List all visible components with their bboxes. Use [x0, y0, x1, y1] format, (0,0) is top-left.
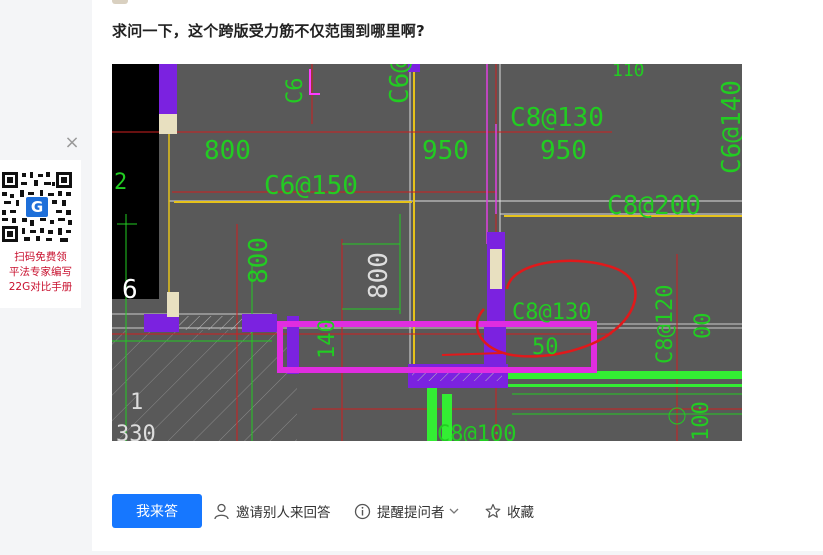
ad-line-1: 扫码免费领 — [14, 251, 67, 263]
person-icon — [214, 503, 229, 519]
label-frag-00: 00 — [691, 313, 716, 340]
invite-button[interactable]: 邀请别人来回答 — [213, 502, 331, 521]
label-num-330: 330 — [116, 422, 156, 441]
favorite-label: 收藏 — [507, 505, 534, 521]
remind-button[interactable]: 提醒提问者 — [354, 502, 460, 521]
invite-label: 邀请别人来回答 — [236, 505, 331, 521]
side-ad-panel[interactable]: G 扫码免费领 平法专家编写 22G对比手册 — [0, 160, 81, 308]
star-icon — [485, 503, 501, 518]
label-c8-200: C8@200 — [607, 191, 701, 221]
label-140: 140 — [315, 319, 340, 359]
answer-button[interactable]: 我来答 — [112, 494, 202, 528]
label-c6-140: C6@140 — [717, 80, 742, 174]
label-num-100: 100 — [689, 401, 714, 441]
favorite-button[interactable]: 收藏 — [485, 502, 534, 521]
label-top-110: 110 — [612, 64, 645, 81]
info-icon — [354, 503, 371, 519]
label-num-6: 6 — [122, 275, 138, 305]
chevron-down-icon — [449, 508, 458, 514]
label-frag-50: 50 — [532, 335, 559, 360]
question-title: 求问一下，这个跨版受力筋不仅范围到哪里啊? — [112, 22, 425, 40]
label-800-left: 800 — [204, 136, 251, 166]
label-800-v1: 800 — [244, 237, 274, 284]
ad-line-2: 平法专家编写 — [9, 266, 72, 278]
qr-code: G — [0, 170, 74, 244]
label-c8-130-mid: C8@130 — [512, 300, 591, 325]
label-c8-130-top: C8@130 — [510, 103, 604, 133]
cad-drawing: C6@150 C8@200 C8@130 800 950 950 110 6 2… — [112, 64, 742, 441]
ad-line-3: 22G对比手册 — [8, 281, 73, 293]
label-950-a: 950 — [422, 136, 469, 166]
question-image[interactable]: C6@150 C8@200 C8@130 800 950 950 110 6 2… — [112, 64, 742, 441]
g-logo-icon: G — [31, 198, 43, 216]
label-num-2: 2 — [114, 170, 127, 195]
label-c8-100: C8@100 — [437, 422, 516, 441]
label-c8-120: C8@120 — [653, 285, 678, 364]
label-num-1: 1 — [130, 390, 143, 415]
avatar — [112, 0, 128, 4]
remind-label: 提醒提问者 — [377, 505, 445, 521]
close-icon[interactable]: × — [63, 134, 81, 152]
label-c6-150-top: C6@150 — [385, 64, 415, 104]
label-950-b: 950 — [540, 136, 587, 166]
label-top-c6: C6 — [283, 78, 308, 105]
label-c6-150-h: C6@150 — [264, 171, 358, 201]
label-800-v2: 800 — [364, 252, 394, 299]
